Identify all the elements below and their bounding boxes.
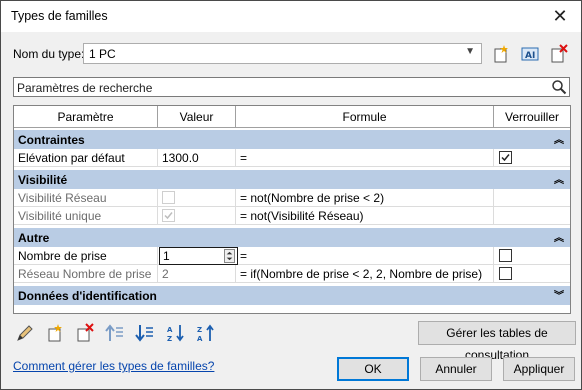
delete-type-icon[interactable]: [549, 44, 569, 64]
group-label: Visibilité: [18, 173, 68, 187]
table-row[interactable]: Réseau Nombre de prise 2 = if(Nombre de …: [14, 265, 570, 283]
header-lock[interactable]: Verrouiller: [494, 106, 570, 128]
header-formula[interactable]: Formule: [236, 106, 494, 128]
type-name-dropdown[interactable]: 1 PC ▼: [83, 43, 482, 64]
group-autre[interactable]: Autre ︽: [14, 228, 570, 247]
lock-cell: [494, 265, 570, 283]
new-type-icon[interactable]: [491, 44, 511, 64]
move-down-icon[interactable]: [135, 323, 155, 343]
param-name: Elévation par défaut: [14, 149, 158, 167]
type-name-value: 1 PC: [89, 47, 116, 61]
edit-parameter-icon[interactable]: [15, 323, 35, 343]
value-checkbox: [162, 209, 175, 222]
parameters-grid: Paramètre Valeur Formule Verrouiller Con…: [13, 105, 571, 314]
move-up-icon[interactable]: [105, 323, 125, 343]
quantity-stepper[interactable]: 1: [159, 247, 238, 265]
svg-text:A: A: [197, 335, 203, 343]
type-name-label: Nom du type:: [13, 47, 85, 61]
param-name: Nombre de prise: [14, 247, 158, 265]
header-value[interactable]: Valeur: [158, 106, 236, 128]
group-donnees-identification[interactable]: Données d'identification ︾: [14, 286, 570, 305]
lock-cell: [494, 149, 570, 167]
svg-text:Z: Z: [197, 326, 202, 334]
lock-cell: [494, 189, 570, 207]
param-value[interactable]: 1300.0: [158, 149, 236, 167]
grid-header: Paramètre Valeur Formule Verrouiller: [14, 106, 570, 128]
param-formula[interactable]: =: [236, 247, 494, 265]
family-types-dialog: Types de familles ✕ Nom du type: 1 PC ▼ …: [0, 0, 582, 390]
manage-lookup-tables-button[interactable]: Gérer les tables de consultation: [418, 321, 576, 362]
sort-ascending-icon[interactable]: A Z: [165, 323, 185, 343]
help-link[interactable]: Comment gérer les types de familles?: [13, 359, 214, 373]
search-icon[interactable]: [551, 79, 567, 95]
close-icon[interactable]: ✕: [549, 5, 571, 27]
param-value: 2: [158, 265, 236, 283]
collapse-icon[interactable]: ︽: [554, 229, 564, 244]
param-name: Réseau Nombre de prise: [14, 265, 158, 283]
param-formula[interactable]: =: [236, 149, 494, 167]
spin-arrows-icon[interactable]: [224, 249, 235, 263]
delete-parameter-icon[interactable]: [75, 323, 95, 343]
lock-checkbox[interactable]: [499, 267, 512, 280]
cancel-button[interactable]: Annuler: [420, 357, 492, 381]
value-cell: [158, 207, 236, 225]
param-name: Visibilité Réseau: [14, 189, 158, 207]
apply-button[interactable]: Appliquer: [503, 357, 575, 381]
collapse-icon[interactable]: ︽: [554, 171, 564, 186]
param-name: Visibilité unique: [14, 207, 158, 225]
header-parameter[interactable]: Paramètre: [14, 106, 158, 128]
svg-text:Z: Z: [167, 335, 172, 343]
table-row[interactable]: Visibilité Réseau = not(Nombre de prise …: [14, 189, 570, 207]
chevron-down-icon: ▼: [465, 46, 475, 57]
title-bar: Types de familles ✕: [1, 1, 581, 32]
group-label: Données d'identification: [18, 289, 157, 303]
value-cell: [158, 189, 236, 207]
group-visibilite[interactable]: Visibilité ︽: [14, 170, 570, 189]
new-parameter-icon[interactable]: [45, 323, 65, 343]
search-placeholder: Paramètres de recherche: [17, 81, 153, 95]
lock-cell: [494, 207, 570, 225]
collapse-icon[interactable]: ︽: [554, 131, 564, 146]
lock-checkbox[interactable]: [499, 151, 512, 164]
lock-cell: [494, 247, 570, 265]
expand-icon[interactable]: ︾: [554, 287, 564, 302]
group-contraintes[interactable]: Contraintes ︽: [14, 130, 570, 149]
rename-type-icon[interactable]: AI: [520, 44, 540, 64]
search-box[interactable]: Paramètres de recherche: [13, 77, 570, 97]
svg-text:A: A: [167, 326, 173, 334]
table-row[interactable]: Nombre de prise 1 =: [14, 247, 570, 265]
lock-checkbox[interactable]: [499, 249, 512, 262]
svg-text:AI: AI: [525, 51, 535, 61]
group-label: Contraintes: [18, 133, 85, 147]
ok-button[interactable]: OK: [337, 357, 409, 381]
group-label: Autre: [18, 231, 50, 245]
param-formula[interactable]: = not(Visibilité Réseau): [236, 207, 494, 225]
stepper-value: 1: [163, 249, 170, 263]
dialog-title: Types de familles: [11, 9, 108, 23]
sort-descending-icon[interactable]: Z A: [195, 323, 215, 343]
param-formula[interactable]: = if(Nombre de prise < 2, 2, Nombre de p…: [236, 265, 494, 283]
table-row[interactable]: Elévation par défaut 1300.0 =: [14, 149, 570, 167]
value-checkbox: [162, 191, 175, 204]
param-formula[interactable]: = not(Nombre de prise < 2): [236, 189, 494, 207]
table-row[interactable]: Visibilité unique = not(Visibilité Résea…: [14, 207, 570, 225]
